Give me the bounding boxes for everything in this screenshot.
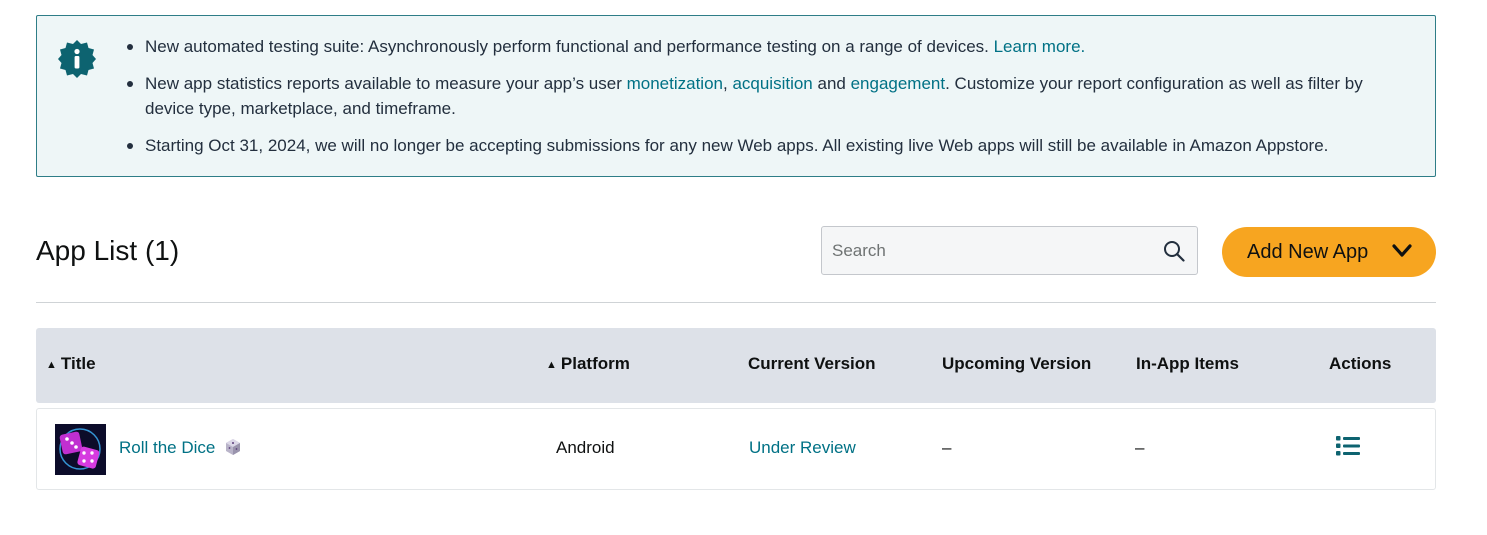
chevron-down-icon <box>1392 244 1412 257</box>
column-header-label: Platform <box>560 354 630 373</box>
in-app-items-cell: – <box>1135 438 1145 457</box>
current-version-cell: Under Review <box>749 437 856 459</box>
table-header: ▲︎ Title ▲︎ Platform Current Version Upcom… <box>36 328 1436 403</box>
search-input[interactable] <box>822 227 1152 274</box>
column-header-upcoming-version: Upcoming Version <box>942 354 1092 373</box>
announcement-text: Starting Oct 31, 2024, we will no longer… <box>145 136 1329 155</box>
announcement-list: New automated testing suite: Asynchronou… <box>127 34 1415 170</box>
announcement-text: New automated testing suite: Asynchronou… <box>145 37 994 56</box>
app-title-link[interactable]: Roll the Dice <box>119 438 215 457</box>
separator-text: and <box>812 74 851 93</box>
column-header-actions: Actions <box>1329 354 1392 373</box>
announcement-text: New app statistics reports available to … <box>145 74 627 93</box>
page-title: App List (1) <box>36 235 180 266</box>
search-box <box>821 226 1198 275</box>
actions-list-icon[interactable] <box>1336 435 1360 457</box>
sort-icon[interactable]: ▲︎ <box>546 359 557 371</box>
app-title-cell: Roll the Dice <box>119 437 242 459</box>
column-header-title[interactable]: ▲︎ Title <box>46 354 96 374</box>
column-header-current-version: Current Version <box>748 354 876 373</box>
table-row: Roll the Dice Android Under Review – – <box>36 408 1436 490</box>
app-thumbnail <box>55 424 106 475</box>
upcoming-version-cell: – <box>942 438 952 457</box>
column-header-in-app-items: In-App Items <box>1136 354 1239 373</box>
learn-more-link[interactable]: Learn more. <box>994 37 1086 56</box>
column-header-label: Title <box>60 354 96 373</box>
announcement-item: New app statistics reports available to … <box>127 71 1415 121</box>
search-icon[interactable] <box>1163 240 1185 262</box>
info-badge-icon <box>58 40 96 78</box>
dice-emoji-icon <box>226 439 241 455</box>
add-new-app-label: Add New App <box>1247 240 1369 263</box>
announcement-item: New automated testing suite: Asynchronou… <box>127 34 1415 59</box>
acquisition-link[interactable]: acquisition <box>732 74 812 93</box>
platform-cell: Android <box>556 438 615 457</box>
section-divider <box>36 302 1436 303</box>
announcement-banner: New automated testing suite: Asynchronou… <box>36 15 1436 177</box>
monetization-link[interactable]: monetization <box>627 74 723 93</box>
engagement-link[interactable]: engagement <box>851 74 946 93</box>
add-new-app-button[interactable]: Add New App <box>1222 227 1436 277</box>
current-version-link[interactable]: Under Review <box>749 438 856 457</box>
column-header-platform[interactable]: ▲︎ Platform <box>546 354 630 374</box>
sort-icon[interactable]: ▲︎ <box>46 359 57 371</box>
app-thumbnail-image <box>55 424 106 475</box>
announcement-item: Starting Oct 31, 2024, we will no longer… <box>127 133 1415 158</box>
